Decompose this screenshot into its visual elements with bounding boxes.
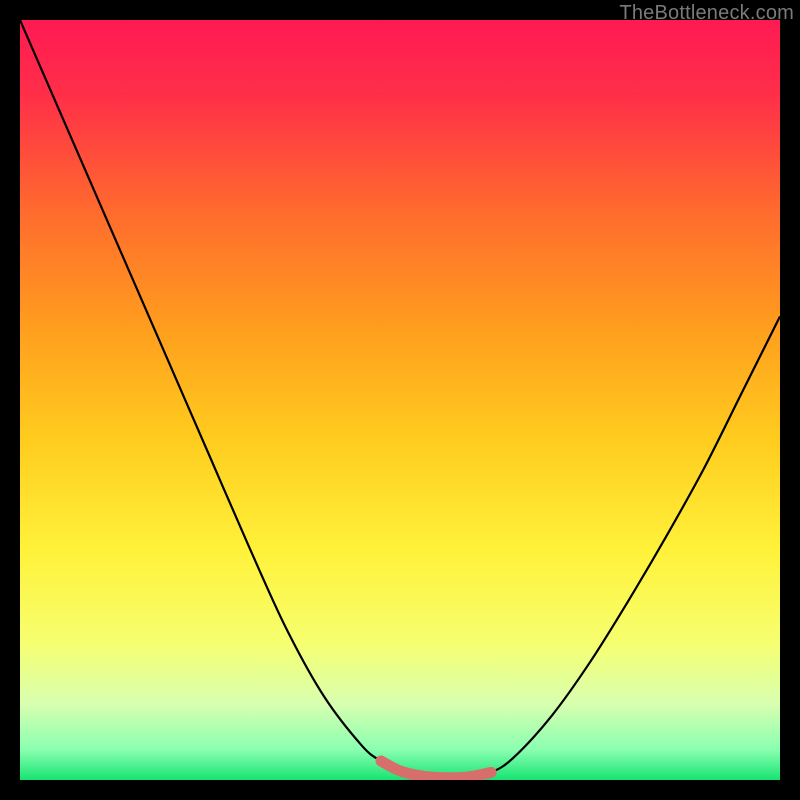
bottleneck-chart bbox=[20, 20, 780, 780]
watermark-text: TheBottleneck.com bbox=[619, 2, 794, 25]
plot-area bbox=[20, 20, 780, 780]
chart-frame: TheBottleneck.com bbox=[0, 0, 800, 800]
gradient-background bbox=[20, 20, 780, 780]
